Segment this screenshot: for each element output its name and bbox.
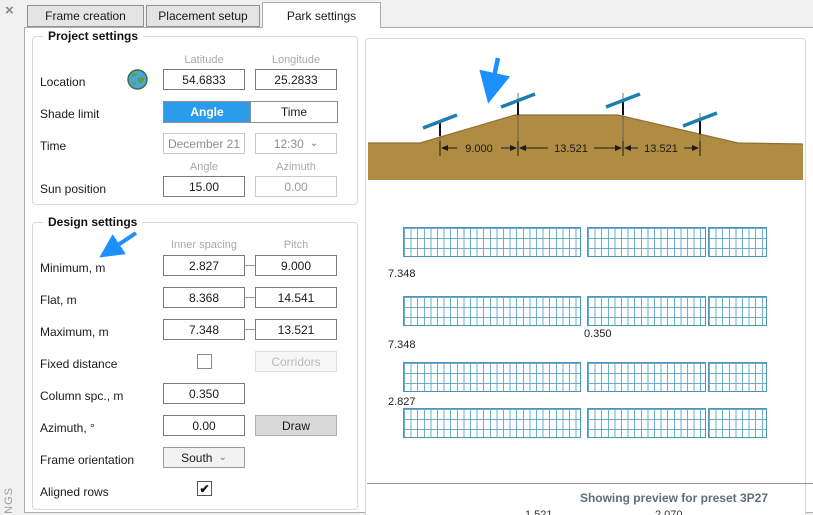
tab-park-settings[interactable]: Park settings xyxy=(262,2,381,28)
dimension-label-2: 13.521 xyxy=(554,143,588,155)
panel-table-segment xyxy=(403,362,581,392)
flat-pitch-field[interactable] xyxy=(255,287,337,308)
frame-orientation-label: Frame orientation xyxy=(40,453,135,467)
sun-azimuth-field xyxy=(255,176,337,197)
row-gap-label: 2.827 xyxy=(388,396,416,408)
aligned-rows-checkbox[interactable]: ✔ xyxy=(197,481,212,496)
connector-line xyxy=(245,265,255,266)
minimum-pitch-field[interactable] xyxy=(255,255,337,276)
clipped-value: 2.070 xyxy=(655,509,683,515)
time-dropdown[interactable]: 12:30 ⌄ xyxy=(255,133,337,154)
dimension-label-1: 9.000 xyxy=(465,143,493,155)
preview-divider xyxy=(367,483,813,484)
column-gap-label: 0.350 xyxy=(584,328,612,340)
inner-spacing-header: Inner spacing xyxy=(170,239,238,251)
time-label: Time xyxy=(40,139,67,153)
chevron-down-icon: ⌄ xyxy=(309,137,319,149)
tab-frame-creation[interactable]: Frame creation xyxy=(27,5,144,27)
close-icon[interactable]: × xyxy=(5,3,14,19)
sun-angle-field[interactable] xyxy=(163,176,245,197)
azimuth-label: Azimuth, ° xyxy=(40,421,95,435)
maximum-pitch-field[interactable] xyxy=(255,319,337,340)
fixed-distance-label: Fixed distance xyxy=(40,357,118,371)
column-spacing-field[interactable] xyxy=(163,383,245,404)
preview-status-text: Showing preview for preset 3P27 xyxy=(579,491,768,505)
location-label: Location xyxy=(40,75,86,89)
app-window: × NGS Frame creation Placement setup Par… xyxy=(0,0,813,515)
shade-limit-toggle: Angle Time xyxy=(163,101,338,123)
corridors-button: Corridors xyxy=(255,351,337,372)
clipped-value: 1.521 xyxy=(525,509,553,515)
panel-table-segment xyxy=(708,408,767,438)
panel-table-segment xyxy=(708,362,767,392)
flat-inner-field[interactable] xyxy=(163,287,245,308)
panel-table-segment xyxy=(587,362,706,392)
dimension-label-3: 13.521 xyxy=(644,143,678,155)
shade-limit-time-option[interactable]: Time xyxy=(250,102,337,122)
latitude-header: Latitude xyxy=(184,54,224,66)
date-field: December 21 xyxy=(163,133,245,154)
shade-limit-angle-option[interactable]: Angle xyxy=(164,102,250,122)
project-settings-title: Project settings xyxy=(43,29,144,43)
tab-placement-setup[interactable]: Placement setup xyxy=(146,5,260,27)
frame-orientation-dropdown[interactable]: South ⌄ xyxy=(163,447,245,468)
panel-table-segment xyxy=(403,296,581,326)
sun-angle-header: Angle xyxy=(189,161,219,173)
shade-limit-label: Shade limit xyxy=(40,107,100,121)
sun-azimuth-header: Azimuth xyxy=(276,161,316,173)
panel-table-segment xyxy=(587,296,706,326)
longitude-header: Longitude xyxy=(271,54,321,66)
pitch-header: Pitch xyxy=(283,239,309,251)
fixed-distance-checkbox[interactable] xyxy=(197,354,212,369)
side-strip: × NGS xyxy=(0,0,24,515)
panel-table-segment xyxy=(587,408,706,438)
panel-table-segment xyxy=(587,227,706,257)
panel-table-segment xyxy=(403,408,581,438)
row-gap-label: 7.348 xyxy=(388,268,416,280)
chevron-down-icon: ⌄ xyxy=(218,451,227,463)
panel-table-segment xyxy=(708,296,767,326)
globe-icon[interactable] xyxy=(127,69,148,95)
design-settings-title: Design settings xyxy=(43,215,143,229)
panel-table-segment xyxy=(403,227,581,257)
aligned-rows-label: Aligned rows xyxy=(40,485,109,499)
minimum-label: Minimum, m xyxy=(40,261,106,275)
panel-table-segment xyxy=(708,227,767,257)
terrain-cross-section: 9.000 13.521 13.521 xyxy=(368,57,804,180)
longitude-field[interactable] xyxy=(255,69,337,90)
latitude-field[interactable] xyxy=(163,69,245,90)
check-icon: ✔ xyxy=(199,481,210,496)
minimum-inner-field[interactable] xyxy=(163,255,245,276)
vertical-tab-label[interactable]: NGS xyxy=(3,487,15,514)
row-gap-label: 7.348 xyxy=(388,339,416,351)
maximum-inner-field[interactable] xyxy=(163,319,245,340)
sun-position-label: Sun position xyxy=(40,182,107,196)
annotation-arrow-preview xyxy=(479,57,511,104)
draw-button[interactable]: Draw xyxy=(255,415,337,436)
maximum-label: Maximum, m xyxy=(40,325,109,339)
connector-line xyxy=(245,297,255,298)
flat-label: Flat, m xyxy=(40,293,77,307)
column-spacing-label: Column spc., m xyxy=(40,389,124,403)
connector-line xyxy=(245,329,255,330)
azimuth-field[interactable] xyxy=(163,415,245,436)
